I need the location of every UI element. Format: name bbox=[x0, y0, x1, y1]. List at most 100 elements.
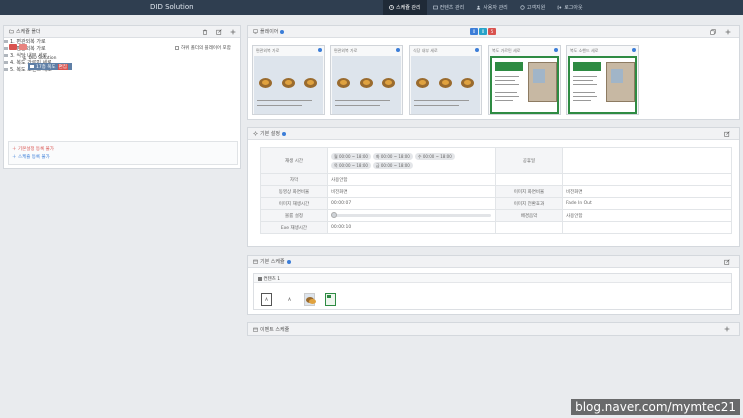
image-transition-value[interactable]: Fade In Out bbox=[562, 197, 732, 210]
info-icon[interactable] bbox=[475, 48, 479, 52]
collapse-button[interactable] bbox=[9, 44, 17, 50]
content-group: 컨텐츠 1 A A bbox=[253, 273, 732, 310]
tree-group-label: 17층 복도 bbox=[36, 64, 56, 70]
monitor-icon bbox=[253, 29, 258, 34]
field-label: 이미지 전환효과 bbox=[495, 197, 563, 210]
info-icon[interactable] bbox=[318, 48, 322, 52]
copy-icon[interactable] bbox=[710, 29, 716, 35]
link-basic-settings[interactable]: ＋ 기본설정 등록 불가 bbox=[12, 146, 54, 152]
edit-icon[interactable] bbox=[724, 259, 730, 265]
day-time-pill[interactable]: 목 00:00 ~ 18:00 bbox=[331, 161, 371, 169]
content-thumb-map[interactable] bbox=[325, 293, 336, 306]
plus-icon[interactable] bbox=[230, 29, 236, 35]
tree-group[interactable]: 17층 복도 편집 bbox=[28, 63, 72, 70]
plus-icon[interactable] bbox=[725, 29, 731, 35]
calendar-icon bbox=[253, 259, 258, 264]
folder-icon bbox=[9, 29, 14, 34]
volume-slider[interactable] bbox=[331, 212, 491, 218]
content-thumb-food[interactable] bbox=[304, 293, 316, 306]
logout-icon bbox=[557, 5, 562, 10]
content-tile[interactable]: A bbox=[284, 293, 295, 306]
nav-users[interactable]: 사용자 관리 bbox=[470, 0, 514, 15]
player-thumbnail[interactable]: 편관외복 가로 bbox=[330, 45, 403, 115]
link-label: 스케쥴 등록 불가 bbox=[17, 155, 50, 160]
delete-icon[interactable] bbox=[202, 29, 208, 35]
status-badge[interactable]: 0 bbox=[479, 28, 487, 35]
tree-root-label: DID Solution bbox=[28, 56, 57, 61]
tree-group-badge[interactable]: 편집 bbox=[57, 63, 68, 70]
support-icon bbox=[520, 5, 525, 10]
food-menu-image bbox=[254, 56, 323, 114]
content-group-header: 컨텐츠 1 bbox=[254, 274, 731, 283]
slider-handle[interactable] bbox=[331, 212, 337, 218]
holiday-field[interactable] bbox=[562, 147, 732, 174]
nav-schedule[interactable]: 스케쥴 관리 bbox=[383, 0, 427, 15]
info-icon[interactable] bbox=[632, 48, 636, 52]
player-thumbnail[interactable]: 식당 내부 세로 bbox=[409, 45, 482, 115]
player-thumbnail[interactable]: 복도 소핸드 세로 bbox=[566, 45, 639, 115]
day-time-pill[interactable]: 월 00:00 ~ 18:00 bbox=[331, 152, 371, 160]
day-time-pill[interactable]: 화 00:00 ~ 18:00 bbox=[372, 152, 413, 160]
content-tile[interactable]: A bbox=[261, 293, 272, 306]
info-icon[interactable] bbox=[286, 259, 291, 264]
status-badge[interactable]: 5 bbox=[488, 28, 496, 35]
subfolder-option[interactable]: 하위 폴더의 플레이어 포함 bbox=[175, 45, 231, 51]
image-ratio-value[interactable]: 비전화면 bbox=[562, 185, 732, 198]
image-icon bbox=[432, 5, 438, 10]
day-time-pill[interactable]: 금 00:00 ~ 18:00 bbox=[372, 161, 413, 169]
calendar-icon bbox=[253, 327, 258, 332]
bgm-value[interactable]: 사용안함 bbox=[562, 209, 732, 222]
nav-label: 고객지원 bbox=[526, 5, 546, 11]
thumbnail-label: 편관외복 가로 bbox=[256, 48, 280, 53]
info-icon[interactable] bbox=[282, 131, 286, 136]
player-thumbnail[interactable]: 편관외복 가로 bbox=[252, 45, 325, 115]
thumbnail-label: 편관외복 가로 bbox=[334, 48, 358, 53]
field-label: 동영상 화면비율 bbox=[260, 185, 328, 198]
day-time-pill[interactable]: 수 00:00 ~ 18:00 bbox=[414, 152, 455, 160]
user-group-icon bbox=[22, 55, 27, 60]
tree-root[interactable]: DID Solution bbox=[22, 55, 56, 61]
app-brand[interactable]: DID Solution bbox=[150, 3, 194, 11]
nav-logout[interactable]: 로그아웃 bbox=[551, 0, 588, 15]
player-panel: 플레이어 0 0 5 편관외복 가로 편관외복 가로 식당 내부 세로 복도 가… bbox=[247, 25, 740, 120]
expand-button[interactable] bbox=[19, 44, 27, 50]
edit-icon[interactable] bbox=[216, 29, 222, 35]
basic-schedule-panel: 기본 스케쥴 컨텐츠 1 A A bbox=[247, 255, 740, 315]
plus-icon[interactable] bbox=[724, 326, 730, 332]
nav-content[interactable]: 컨텐츠 관리 bbox=[427, 0, 471, 15]
floor-map-image bbox=[568, 56, 637, 114]
content-group-label: 컨텐츠 1 bbox=[263, 277, 281, 282]
field-label: 공휴일 bbox=[495, 147, 563, 174]
clock-icon bbox=[389, 5, 394, 10]
field-label: 이미지 화면비율 bbox=[495, 185, 563, 198]
field-label: 배경음악 bbox=[495, 209, 563, 222]
edit-icon[interactable] bbox=[724, 131, 730, 137]
nav-label: 스케쥴 관리 bbox=[396, 5, 421, 11]
video-ratio-value[interactable]: 비전화면 bbox=[327, 185, 496, 198]
grid-icon bbox=[258, 276, 262, 281]
volume-field bbox=[327, 209, 496, 222]
nav-label: 컨텐츠 관리 bbox=[439, 5, 465, 11]
info-icon[interactable] bbox=[396, 48, 400, 52]
status-badge[interactable]: 0 bbox=[470, 28, 478, 35]
player-thumbnail[interactable]: 복도 가르민 세로 bbox=[488, 45, 561, 115]
panel-header: 플레이어 0 0 5 bbox=[248, 26, 739, 38]
info-icon[interactable] bbox=[280, 29, 285, 34]
exe-time-value[interactable]: 00:00:10 bbox=[327, 221, 496, 234]
nav-label: 로그아웃 bbox=[564, 5, 583, 11]
folder-icon bbox=[30, 65, 34, 68]
info-icon[interactable] bbox=[554, 48, 558, 52]
thumbnail-label: 식당 내부 세로 bbox=[413, 48, 438, 53]
image-time-value[interactable]: 00:00:07 bbox=[327, 197, 496, 210]
subtitle-value[interactable]: 사용안함 bbox=[327, 173, 496, 186]
watermark: blog.naver.com/mymtec21 bbox=[571, 399, 740, 415]
nav-support[interactable]: 고객지원 bbox=[514, 0, 551, 15]
panel-header: 기본 설정 bbox=[248, 128, 739, 140]
panel-header: 스케쥴 폴더 bbox=[4, 26, 240, 38]
play-time-field: 월 00:00 ~ 18:00 화 00:00 ~ 18:00 수 00:00 ~ … bbox=[327, 147, 496, 174]
panel-title: 플레이어 bbox=[260, 29, 279, 35]
main-nav: 스케쥴 관리 컨텐츠 관리 사용자 관리 고객지원 로그아웃 bbox=[383, 0, 589, 15]
subfolder-checkbox[interactable] bbox=[175, 45, 179, 50]
link-schedule[interactable]: ＋ 스케쥴 등록 불가 bbox=[12, 154, 50, 160]
tree-item[interactable]: 1. 편관외복 가로 bbox=[4, 38, 240, 45]
